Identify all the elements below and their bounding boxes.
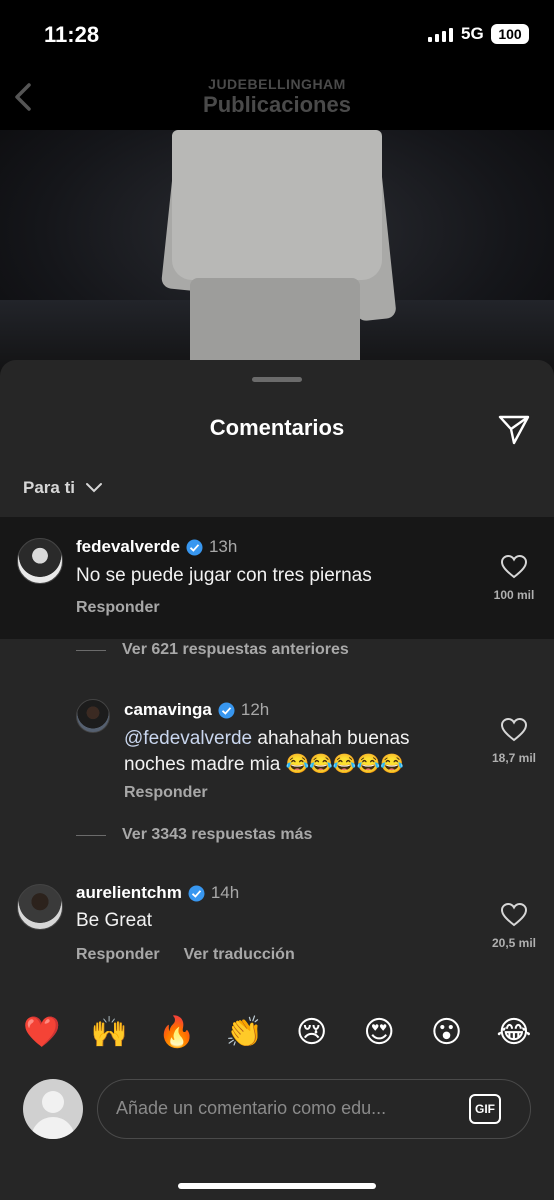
comment-actions: Responder Ver traducción xyxy=(76,946,295,964)
post-header: JUDEBELLINGHAM Publicaciones xyxy=(0,70,554,130)
sheet-title: Comentarios xyxy=(209,415,345,440)
heart-icon[interactable] xyxy=(500,902,528,927)
divider xyxy=(76,834,106,836)
comment-username[interactable]: aurelientchm xyxy=(76,883,182,903)
reaction-fire[interactable]: 🔥 xyxy=(153,1015,201,1050)
reply-button[interactable]: Responder xyxy=(76,599,160,617)
comment-input-placeholder: Añade un comentario como edu... xyxy=(116,1098,387,1118)
quick-reactions: ❤️ 🙌 🔥 👏 😢 😍 😮 😂 xyxy=(18,1015,538,1050)
reaction-laughing[interactable]: 😂 xyxy=(490,1015,538,1050)
verified-badge-icon xyxy=(188,885,205,901)
sort-filter-label: Para ti xyxy=(23,478,75,497)
comment-item: aurelientchm 14h Be Great Responder Ver … xyxy=(0,870,554,995)
reaction-crying[interactable]: 😢 xyxy=(288,1015,336,1050)
view-more-replies[interactable]: Ver 3343 respuestas más xyxy=(76,826,312,844)
reaction-heart[interactable]: ❤️ xyxy=(18,1015,66,1050)
translate-button[interactable]: Ver traducción xyxy=(184,946,295,964)
reply-button[interactable]: Responder xyxy=(76,946,160,964)
view-more-replies-label: Ver 3343 respuestas más xyxy=(122,826,313,843)
sort-filter[interactable]: Para ti xyxy=(23,478,103,498)
comment-time: 14h xyxy=(210,883,240,902)
gif-button[interactable]: GIF xyxy=(469,1094,501,1124)
like-control: 20,5 mil xyxy=(454,902,554,950)
comment-header: fedevalverde 13h xyxy=(76,537,237,557)
heart-icon[interactable] xyxy=(500,717,528,742)
reaction-heart-eyes[interactable]: 😍 xyxy=(355,1015,403,1050)
comment-text: @fedevalverde ahahahah buenas noches mad… xyxy=(124,726,454,778)
network-label: 5G xyxy=(461,24,484,43)
verified-badge-icon xyxy=(186,539,203,555)
home-indicator[interactable] xyxy=(178,1183,376,1189)
avatar[interactable] xyxy=(17,884,63,930)
verified-badge-icon xyxy=(218,702,235,718)
sheet-grabber[interactable] xyxy=(252,377,302,382)
comment-text: Be Great xyxy=(76,910,153,931)
photo-shirt xyxy=(172,130,382,280)
comment-header: aurelientchm 14h xyxy=(76,883,239,903)
avatar[interactable] xyxy=(76,699,110,733)
battery-icon: 100 xyxy=(491,24,529,44)
reaction-clap[interactable]: 👏 xyxy=(220,1015,268,1050)
like-count: 18,7 mil xyxy=(491,751,537,765)
avatar[interactable] xyxy=(17,538,63,584)
share-send-icon[interactable] xyxy=(497,412,531,446)
like-control: 100 mil xyxy=(454,554,554,602)
reaction-raised-hands[interactable]: 🙌 xyxy=(85,1015,133,1050)
comment-actions: Responder xyxy=(124,784,208,802)
avatar-body-shape xyxy=(31,1117,75,1139)
composer-bar: ❤️ 🙌 🔥 👏 😢 😍 😮 😂 Añade un comentario com… xyxy=(0,995,554,1200)
comment-time: 12h xyxy=(240,700,270,719)
my-avatar xyxy=(23,1079,83,1139)
comment-username[interactable]: fedevalverde xyxy=(76,537,180,557)
divider xyxy=(76,649,106,651)
page-title: Publicaciones xyxy=(203,92,351,117)
signal-icon xyxy=(428,28,453,42)
avatar-head-shape xyxy=(42,1091,64,1113)
chevron-down-icon xyxy=(85,483,102,493)
status-time: 11:28 xyxy=(44,22,100,47)
reply-button[interactable]: Responder xyxy=(124,784,208,802)
comment-time: 13h xyxy=(208,537,238,556)
like-count: 100 mil xyxy=(493,588,535,602)
comment-username[interactable]: camavinga xyxy=(124,700,212,720)
reaction-surprised[interactable]: 😮 xyxy=(423,1015,471,1050)
heart-icon[interactable] xyxy=(500,554,528,579)
view-previous-replies-label: Ver 621 respuestas anteriores xyxy=(122,641,349,658)
comment-actions: Responder xyxy=(76,599,160,617)
header-username: JUDEBELLINGHAM xyxy=(208,76,346,92)
comment-header: camavinga 12h xyxy=(124,700,269,720)
status-bar: 11:28 5G 100 xyxy=(0,0,554,70)
like-count: 20,5 mil xyxy=(491,936,537,950)
reply-item: camavinga 12h @fedevalverde ahahahah bue… xyxy=(0,690,554,810)
comment-input[interactable]: Añade un comentario como edu... GIF xyxy=(97,1079,531,1139)
like-control: 18,7 mil xyxy=(454,717,554,765)
comment-item: fedevalverde 13h No se puede jugar con t… xyxy=(0,517,554,639)
view-previous-replies[interactable]: Ver 621 respuestas anteriores xyxy=(76,641,349,659)
comment-text: No se puede jugar con tres piernas xyxy=(76,565,372,586)
mention-link[interactable]: @fedevalverde xyxy=(124,728,252,749)
post-photo[interactable] xyxy=(0,130,554,380)
